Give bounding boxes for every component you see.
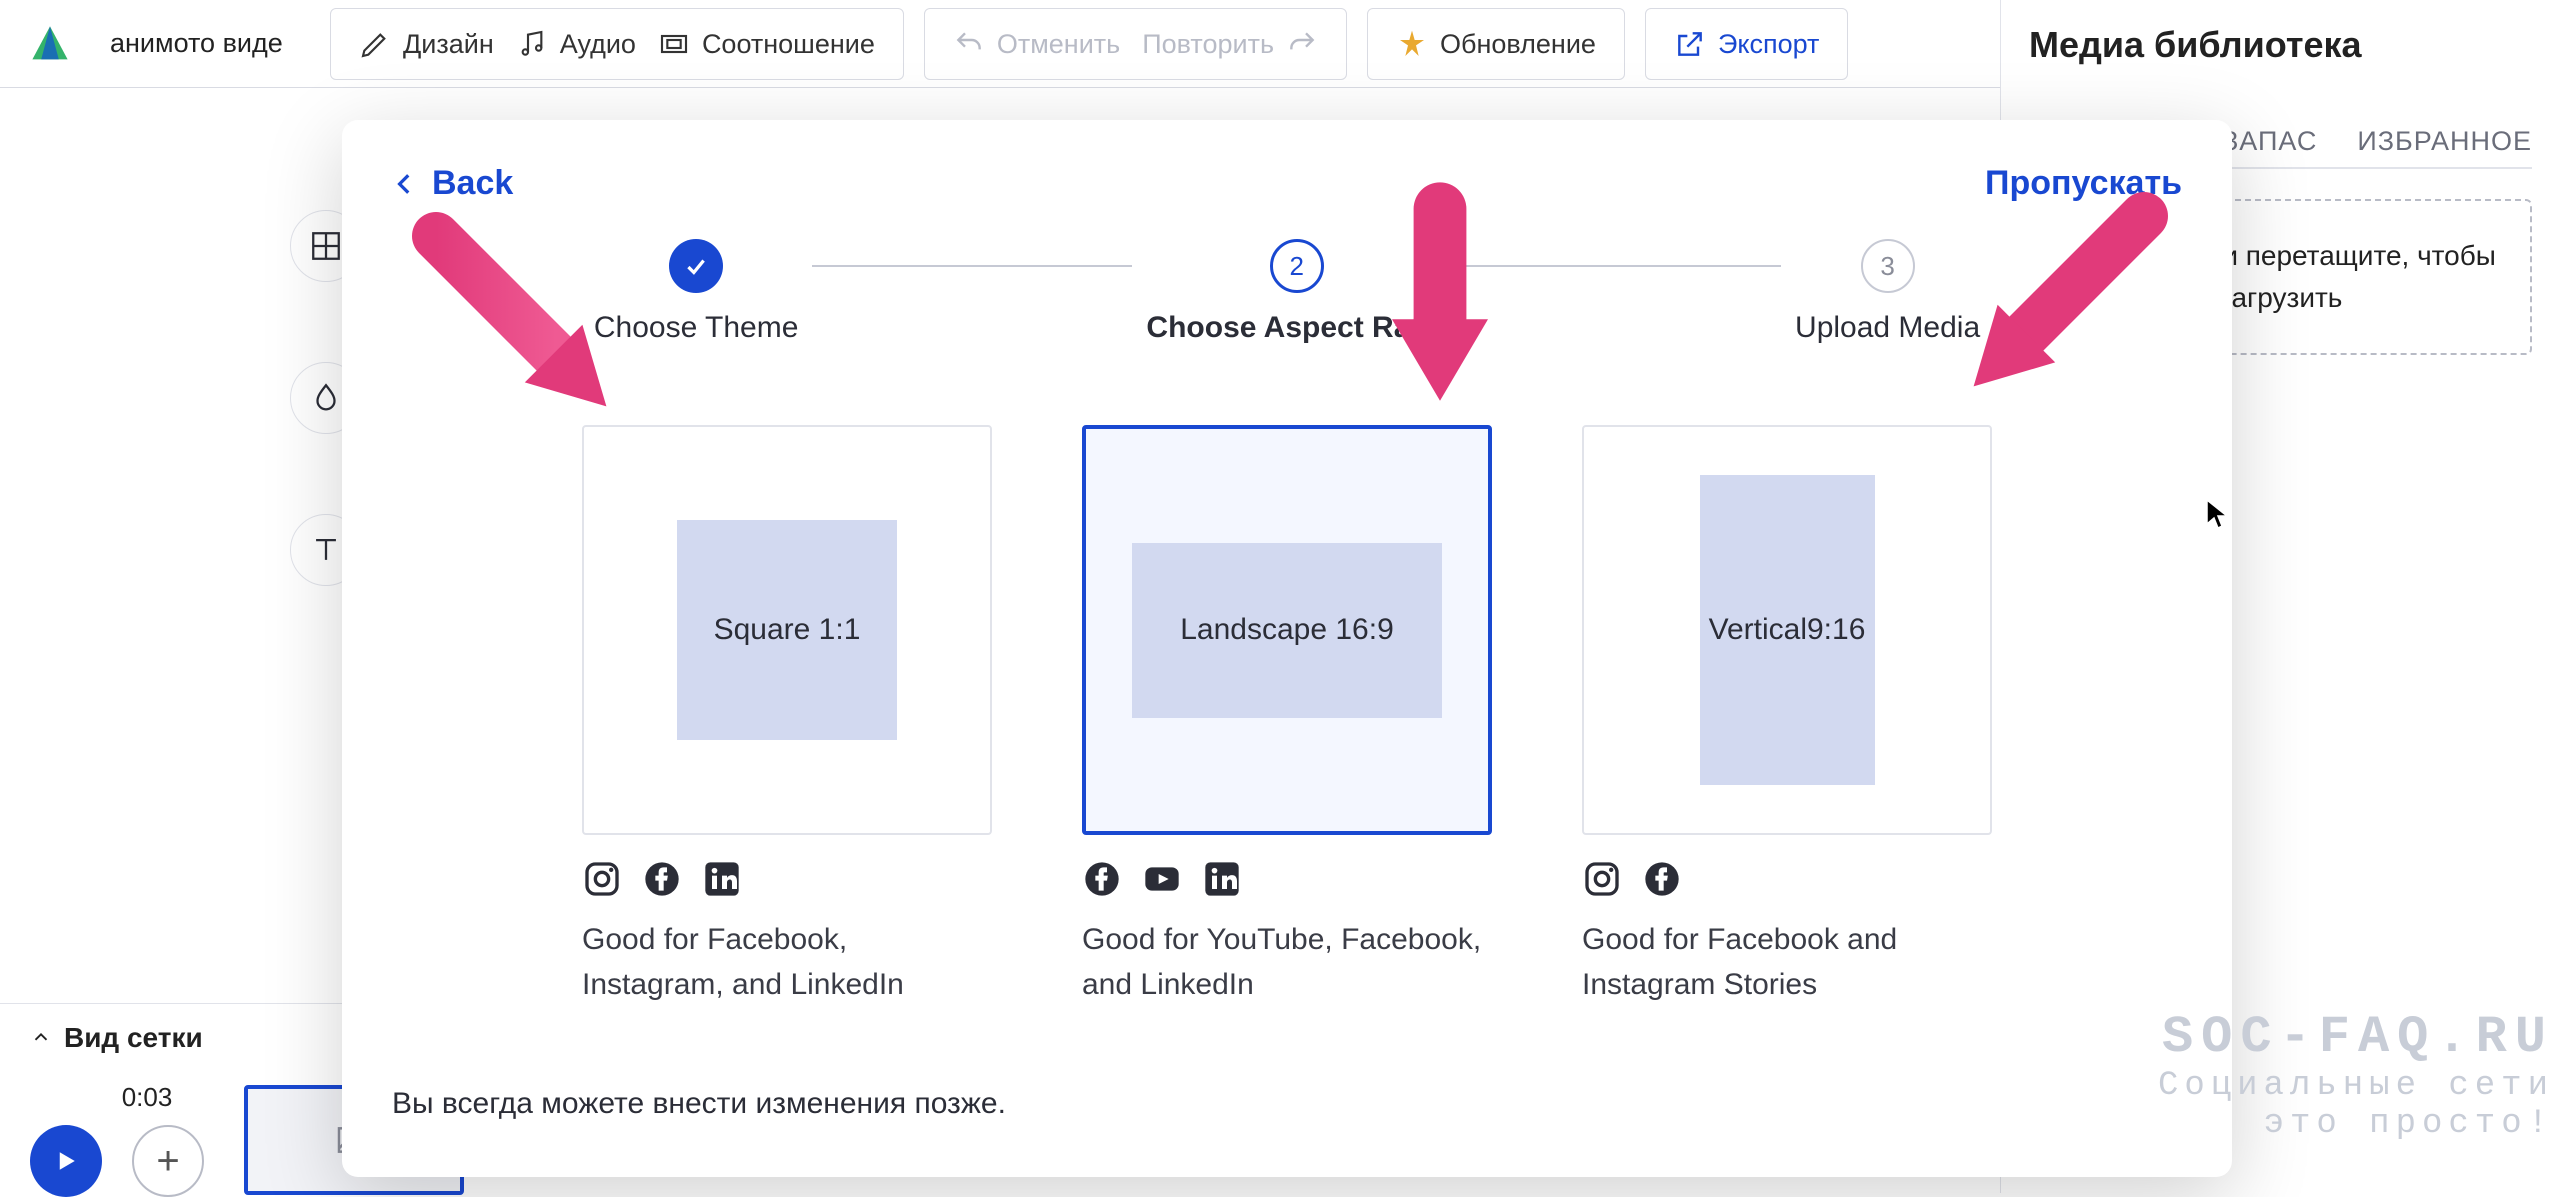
app-logo[interactable]	[10, 0, 90, 87]
facebook-icon	[1082, 859, 1122, 899]
timecode: 0:03	[122, 1082, 173, 1113]
project-title-input[interactable]	[110, 0, 310, 87]
aspect-ratio-options: Square 1:1 Good for Facebook, Instagram,…	[392, 425, 2182, 1007]
aspect-vertical-card[interactable]: Vertical9:16 Good for Facebook and Insta…	[1582, 425, 1992, 1007]
update-button[interactable]: Обновление	[1396, 28, 1596, 60]
aspect-square-desc: Good for Facebook, Instagram, and Linked…	[582, 917, 992, 1007]
aspect-square-label: Square 1:1	[677, 520, 897, 740]
aspect-vertical-label: Vertical9:16	[1700, 475, 1875, 785]
redo-button[interactable]: Повторить	[1142, 28, 1318, 60]
modal-footnote: Вы всегда можете внести изменения позже.	[392, 1087, 2182, 1121]
play-button[interactable]	[30, 1125, 102, 1197]
facebook-icon	[1642, 859, 1682, 899]
step-1-label: Choose Theme	[594, 311, 799, 345]
update-label: Обновление	[1440, 29, 1596, 60]
aspect-landscape-label: Landscape 16:9	[1132, 543, 1442, 718]
tab-stock[interactable]: ЗАПАС	[2222, 126, 2317, 157]
aspect-vertical-desc: Good for Facebook and Instagram Stories	[1582, 917, 1992, 1007]
step-line-2	[1461, 265, 1781, 267]
toolbar-group-update: Обновление	[1367, 8, 1625, 80]
aspect-landscape-desc: Good for YouTube, Facebook, and LinkedIn	[1082, 917, 1492, 1007]
aspect-square-icons	[582, 859, 992, 899]
ratio-button[interactable]: Соотношение	[658, 28, 875, 60]
aspect-vertical-icons	[1582, 859, 1992, 899]
step-line-1	[812, 265, 1132, 267]
design-label: Дизайн	[403, 29, 494, 60]
step-2: 2 Choose Aspect Ratio	[1146, 239, 1447, 345]
step-1-check-icon	[669, 239, 723, 293]
step-2-label: Choose Aspect Ratio	[1146, 311, 1447, 345]
modal-stepper: Choose Theme 2 Choose Aspect Ratio 3 Upl…	[392, 239, 2182, 345]
ratio-label: Соотношение	[702, 29, 875, 60]
toolbar-group-design: Дизайн Аудио Соотношение	[330, 8, 904, 80]
instagram-icon	[1582, 859, 1622, 899]
linkedin-icon	[702, 859, 742, 899]
step-1: Choose Theme	[594, 239, 799, 345]
modal-skip-button[interactable]: Пропускать	[1985, 164, 2182, 203]
tab-favorites[interactable]: ИЗБРАННОЕ	[2357, 126, 2532, 157]
instagram-icon	[582, 859, 622, 899]
step-2-number: 2	[1270, 239, 1324, 293]
modal-back-button[interactable]: Back	[392, 164, 513, 203]
modal-back-label: Back	[432, 164, 513, 203]
grid-view-label: Вид сетки	[64, 1022, 203, 1054]
step-3-number: 3	[1861, 239, 1915, 293]
undo-label: Отменить	[997, 29, 1120, 60]
youtube-icon	[1142, 859, 1182, 899]
facebook-icon	[642, 859, 682, 899]
redo-label: Повторить	[1142, 29, 1274, 60]
aspect-ratio-modal: Back Пропускать Choose Theme 2 Choose As…	[342, 120, 2232, 1177]
add-frame-button[interactable]: +	[132, 1125, 204, 1197]
step-3-label: Upload Media	[1795, 311, 1980, 345]
media-library-title: Медиа библиотека	[2029, 24, 2532, 66]
undo-button[interactable]: Отменить	[953, 28, 1120, 60]
aspect-landscape-icons	[1082, 859, 1492, 899]
aspect-square-card[interactable]: Square 1:1 Good for Facebook, Instagram,…	[582, 425, 992, 1007]
export-label: Экспорт	[1718, 29, 1819, 60]
export-button[interactable]: Экспорт	[1674, 28, 1819, 60]
aspect-landscape-card[interactable]: Landscape 16:9 Good for YouTube, Faceboo…	[1082, 425, 1492, 1007]
step-3: 3 Upload Media	[1795, 239, 1980, 345]
linkedin-icon	[1202, 859, 1242, 899]
mouse-cursor-icon	[2205, 498, 2229, 532]
audio-label: Аудио	[560, 29, 636, 60]
toolbar-group-export: Экспорт	[1645, 8, 1848, 80]
design-button[interactable]: Дизайн	[359, 28, 494, 60]
audio-button[interactable]: Аудио	[516, 28, 636, 60]
toolbar-group-history: Отменить Повторить	[924, 8, 1347, 80]
